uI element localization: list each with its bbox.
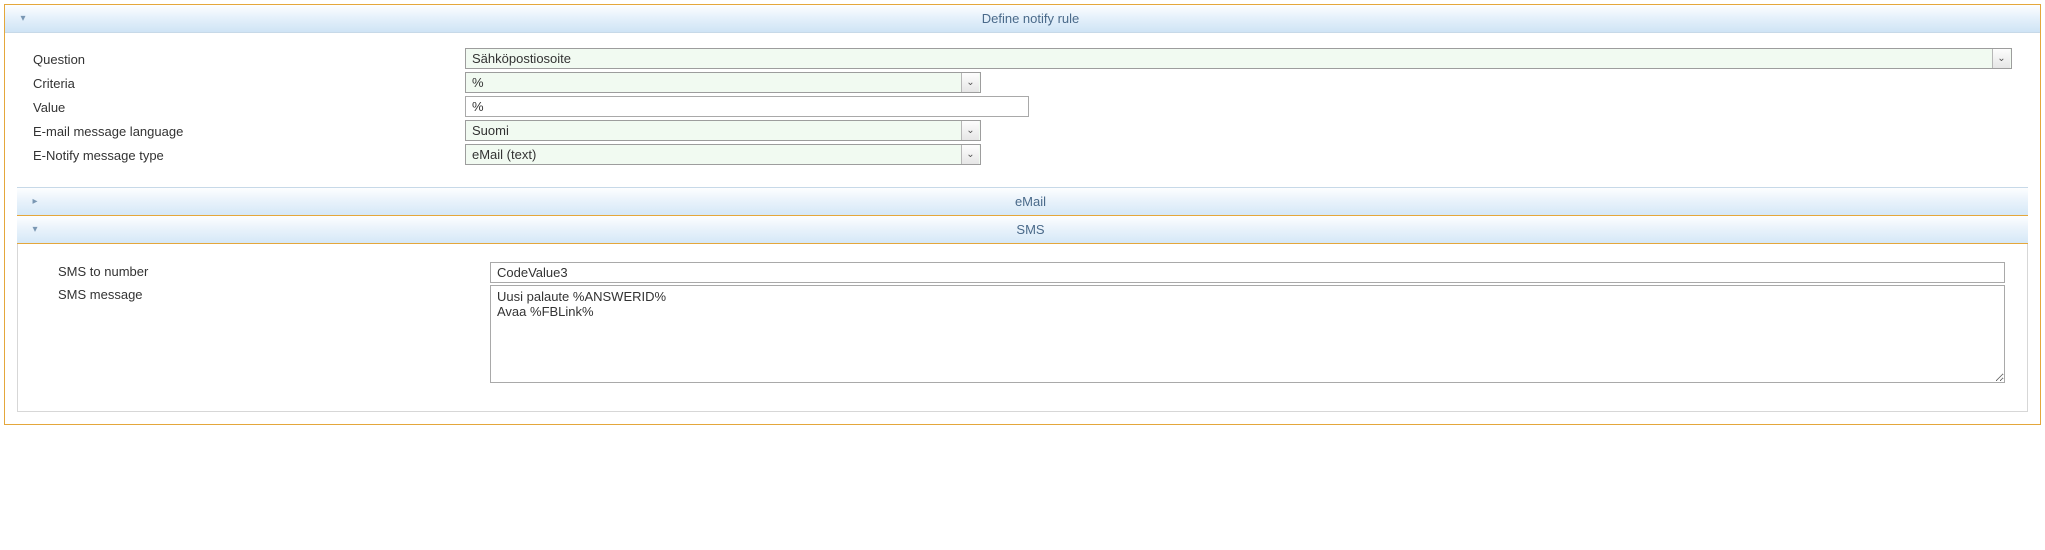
sms-section-title: SMS	[43, 222, 2018, 237]
row-email-lang: E-mail message language Suomi ⌄	[33, 119, 2012, 141]
label-sms-to: SMS to number	[58, 262, 490, 283]
define-notify-rule-panel: Define notify rule Question Sähköpostios…	[4, 4, 2041, 425]
panel-header[interactable]: Define notify rule	[5, 5, 2040, 33]
sections: eMail SMS SMS to number SMS message	[5, 187, 2040, 424]
email-language-select[interactable]: Suomi ⌄	[465, 120, 981, 141]
label-value: Value	[33, 98, 465, 115]
question-select[interactable]: Sähköpostiosoite ⌄	[465, 48, 2012, 69]
chevron-down-icon: ⌄	[961, 73, 979, 92]
email-section-title: eMail	[43, 194, 2018, 209]
sms-section-header[interactable]: SMS	[17, 215, 2028, 244]
label-criteria: Criteria	[33, 74, 465, 91]
row-question: Question Sähköpostiosoite ⌄	[33, 47, 2012, 69]
notify-type-select[interactable]: eMail (text) ⌄	[465, 144, 981, 165]
label-email-lang: E-mail message language	[33, 122, 465, 139]
criteria-value: %	[472, 75, 484, 90]
expand-icon	[27, 196, 43, 207]
panel-title: Define notify rule	[31, 11, 2030, 26]
row-sms-to: SMS to number	[58, 262, 2005, 283]
criteria-select[interactable]: % ⌄	[465, 72, 981, 93]
chevron-down-icon: ⌄	[961, 121, 979, 140]
label-question: Question	[33, 50, 465, 67]
row-sms-msg: SMS message	[58, 285, 2005, 383]
row-criteria: Criteria % ⌄	[33, 71, 2012, 93]
notify-type-value: eMail (text)	[472, 147, 536, 162]
email-section-header[interactable]: eMail	[17, 187, 2028, 216]
row-value: Value	[33, 95, 2012, 117]
label-sms-msg: SMS message	[58, 285, 490, 383]
panel-body: Question Sähköpostiosoite ⌄ Criteria % ⌄…	[5, 33, 2040, 187]
sms-message-textarea[interactable]	[490, 285, 2005, 383]
collapse-icon	[27, 224, 43, 235]
question-value: Sähköpostiosoite	[472, 51, 571, 66]
email-language-value: Suomi	[472, 123, 509, 138]
collapse-icon	[15, 13, 31, 24]
value-input[interactable]	[465, 96, 1029, 117]
sms-to-input[interactable]	[490, 262, 2005, 283]
sms-section-content: SMS to number SMS message	[17, 244, 2028, 412]
label-notify-type: E-Notify message type	[33, 146, 465, 163]
row-notify-type: E-Notify message type eMail (text) ⌄	[33, 143, 2012, 165]
chevron-down-icon: ⌄	[961, 145, 979, 164]
chevron-down-icon: ⌄	[1992, 49, 2010, 68]
